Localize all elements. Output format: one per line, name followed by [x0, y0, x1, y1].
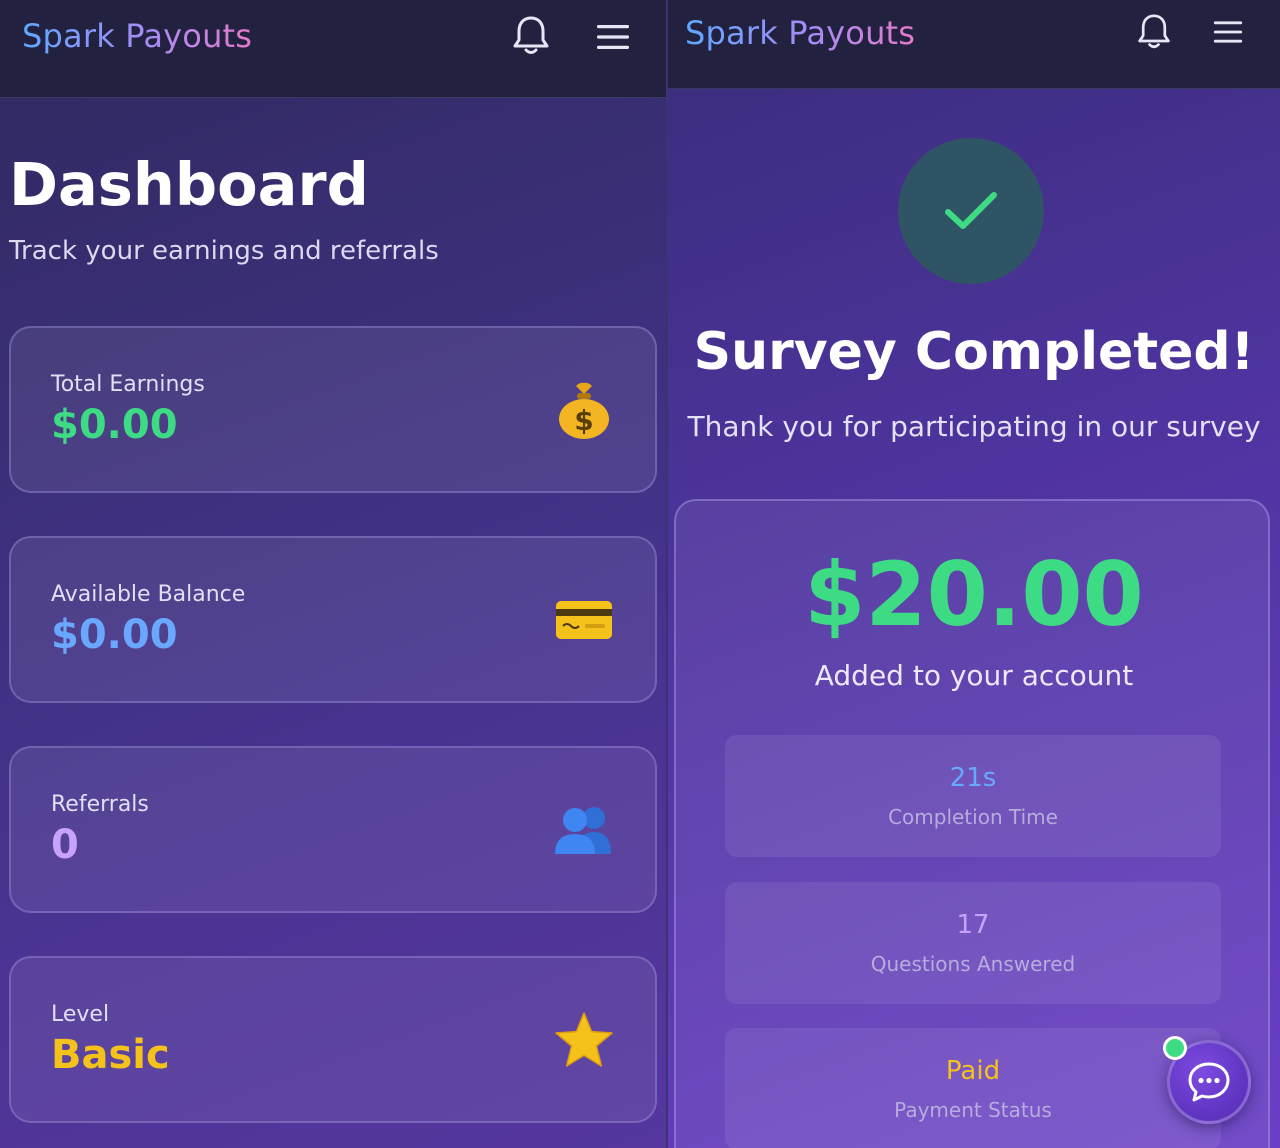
- detail-label: Completion Time: [888, 805, 1058, 829]
- stat-label: Available Balance: [51, 582, 246, 607]
- check-icon: [945, 192, 997, 229]
- page-subtitle: Track your earnings and referrals: [9, 236, 439, 266]
- header-bar: Spark Payouts: [668, 0, 1280, 89]
- detail-value: 17: [956, 910, 990, 940]
- page-title: Dashboard: [9, 150, 369, 219]
- level-card[interactable]: Level Basic: [9, 956, 657, 1123]
- survey-complete-screen: Spark Payouts Survey Completed! Thank yo…: [668, 0, 1280, 1148]
- header-bar: Spark Payouts: [0, 0, 668, 98]
- stat-value: $0.00: [51, 402, 178, 448]
- survey-subtitle: Thank you for participating in our surve…: [687, 410, 1261, 443]
- stat-label: Referrals: [51, 792, 149, 817]
- online-status-dot: [1163, 1036, 1187, 1060]
- svg-text:$: $: [574, 404, 593, 437]
- stat-value: 0: [51, 822, 79, 868]
- dashboard-screen: Spark Payouts Dashboard Track your earni…: [0, 0, 668, 1148]
- questions-answered-card: 17 Questions Answered: [725, 882, 1221, 1004]
- success-badge: [898, 138, 1044, 284]
- completion-time-card: 21s Completion Time: [725, 735, 1221, 857]
- reward-note: Added to your account: [814, 659, 1134, 692]
- people-icon: [549, 798, 619, 862]
- payment-status-card: Paid Payment Status: [725, 1028, 1221, 1148]
- reward-amount: $20.00: [804, 543, 1144, 646]
- star-icon: [549, 1008, 619, 1072]
- survey-title: Survey Completed!: [693, 322, 1255, 382]
- chat-icon: [1188, 1062, 1230, 1102]
- stat-value: $0.00: [51, 612, 178, 658]
- detail-label: Questions Answered: [870, 952, 1076, 976]
- available-balance-card[interactable]: Available Balance $0.00: [9, 536, 657, 703]
- detail-value: 21s: [949, 763, 997, 793]
- bell-icon[interactable]: [1132, 10, 1176, 54]
- detail-value: Paid: [945, 1056, 1001, 1086]
- stat-label: Total Earnings: [51, 372, 205, 397]
- menu-icon[interactable]: [591, 15, 635, 59]
- brand-logo[interactable]: Spark Payouts: [685, 14, 915, 52]
- detail-label: Payment Status: [894, 1098, 1052, 1122]
- bell-icon[interactable]: [509, 14, 553, 58]
- stat-value: Basic: [51, 1032, 170, 1078]
- menu-icon[interactable]: [1206, 10, 1250, 54]
- referrals-card[interactable]: Referrals 0: [9, 746, 657, 913]
- brand-logo[interactable]: Spark Payouts: [22, 17, 252, 55]
- money-bag-icon: $: [549, 378, 619, 442]
- stat-label: Level: [51, 1002, 110, 1027]
- total-earnings-card[interactable]: Total Earnings $0.00 $: [9, 326, 657, 493]
- credit-card-icon: [549, 588, 619, 652]
